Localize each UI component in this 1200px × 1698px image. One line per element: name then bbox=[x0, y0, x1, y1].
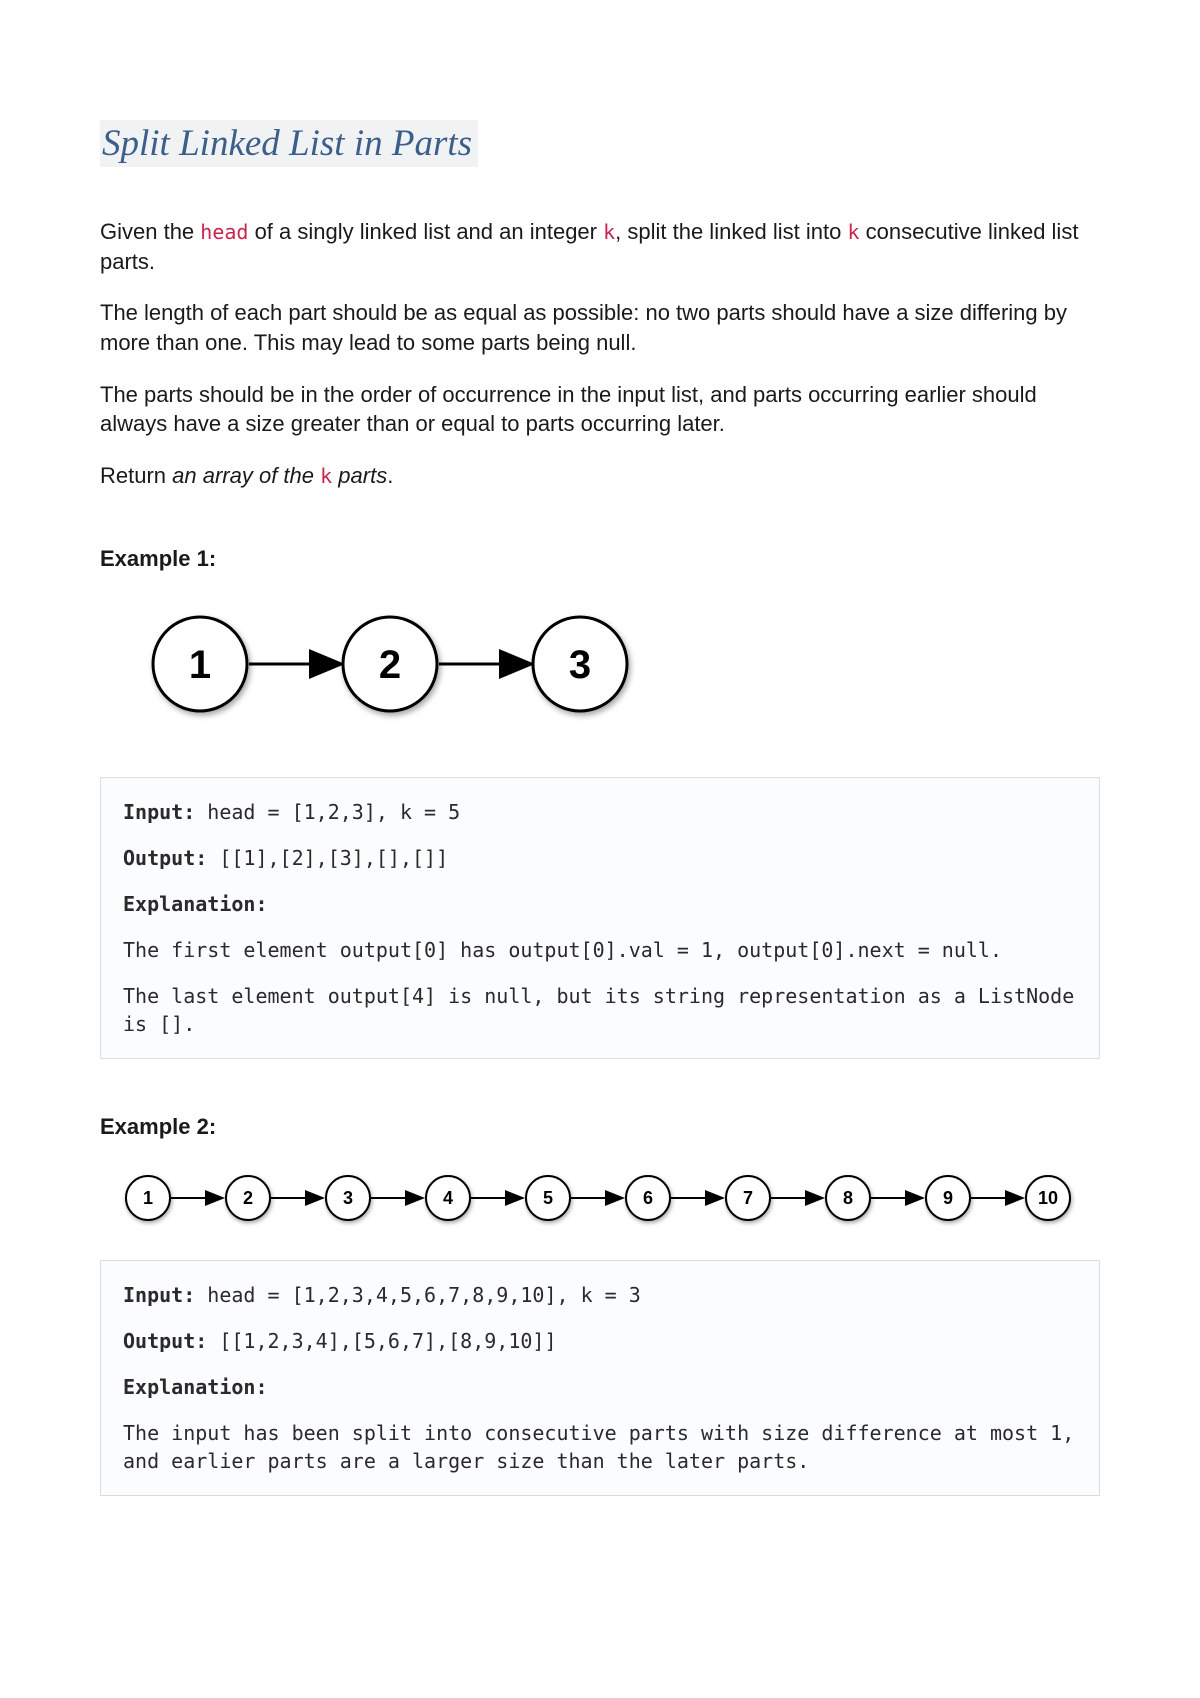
text: of a singly linked list and an integer bbox=[248, 219, 603, 244]
node-label: 10 bbox=[1038, 1188, 1058, 1208]
node-label: 1 bbox=[143, 1188, 153, 1208]
code-head: head bbox=[200, 220, 248, 244]
text: , split the linked list into bbox=[615, 219, 847, 244]
node-label: 2 bbox=[379, 643, 401, 687]
code-k: k bbox=[603, 220, 615, 244]
code-line-output: Output: [[1],[2],[3],[],[]] bbox=[123, 844, 1077, 872]
document-page: Split Linked List in Parts Given the hea… bbox=[0, 0, 1200, 1698]
output-label: Output: bbox=[123, 1329, 207, 1353]
input-label: Input: bbox=[123, 1283, 195, 1307]
node-label: 3 bbox=[569, 643, 591, 687]
paragraph-4: Return an array of the k parts. bbox=[100, 461, 1100, 491]
code-line-expl-2: The last element output[4] is null, but … bbox=[123, 982, 1077, 1038]
text: Given the bbox=[100, 219, 200, 244]
code-line-input: Input: head = [1,2,3], k = 5 bbox=[123, 798, 1077, 826]
code-line-expl-1: The input has been split into consecutiv… bbox=[123, 1419, 1077, 1475]
node-label: 1 bbox=[189, 643, 211, 687]
linked-list-svg: 1 2 3 4 5 6 7 8 9 10 bbox=[120, 1170, 1080, 1230]
code-line-input: Input: head = [1,2,3,4,5,6,7,8,9,10], k … bbox=[123, 1281, 1077, 1309]
code-line-expl-label: Explanation: bbox=[123, 890, 1077, 918]
example-1-diagram: 1 2 3 bbox=[140, 602, 1100, 737]
node-label: 8 bbox=[843, 1188, 853, 1208]
node-label: 6 bbox=[643, 1188, 653, 1208]
example-2-codeblock: Input: head = [1,2,3,4,5,6,7,8,9,10], k … bbox=[100, 1260, 1100, 1496]
output-value: [[1],[2],[3],[],[]] bbox=[207, 846, 448, 870]
paragraph-1: Given the head of a singly linked list a… bbox=[100, 217, 1100, 276]
node-label: 7 bbox=[743, 1188, 753, 1208]
example-2-diagram: 1 2 3 4 5 6 7 8 9 10 bbox=[120, 1170, 1100, 1235]
node-label: 5 bbox=[543, 1188, 553, 1208]
italic-text: an array of the bbox=[172, 463, 320, 488]
output-value: [[1,2,3,4],[5,6,7],[8,9,10]] bbox=[207, 1329, 556, 1353]
linked-list-svg: 1 2 3 bbox=[140, 602, 700, 732]
example-1-codeblock: Input: head = [1,2,3], k = 5 Output: [[1… bbox=[100, 777, 1100, 1059]
code-k: k bbox=[320, 464, 332, 488]
explanation-label: Explanation: bbox=[123, 1375, 268, 1399]
example-1-heading: Example 1: bbox=[100, 546, 1100, 572]
paragraph-2: The length of each part should be as equ… bbox=[100, 298, 1100, 357]
input-value: head = [1,2,3,4,5,6,7,8,9,10], k = 3 bbox=[195, 1283, 641, 1307]
text: . bbox=[387, 463, 393, 488]
code-line-expl-label: Explanation: bbox=[123, 1373, 1077, 1401]
code-k: k bbox=[848, 220, 860, 244]
code-line-expl-1: The first element output[0] has output[0… bbox=[123, 936, 1077, 964]
explanation-label: Explanation: bbox=[123, 892, 268, 916]
italic-text: parts bbox=[332, 463, 387, 488]
text: Return bbox=[100, 463, 172, 488]
node-label: 2 bbox=[243, 1188, 253, 1208]
node-label: 4 bbox=[443, 1188, 453, 1208]
node-label: 3 bbox=[343, 1188, 353, 1208]
paragraph-3: The parts should be in the order of occu… bbox=[100, 380, 1100, 439]
node-label: 9 bbox=[943, 1188, 953, 1208]
page-title: Split Linked List in Parts bbox=[100, 120, 478, 167]
input-value: head = [1,2,3], k = 5 bbox=[195, 800, 460, 824]
input-label: Input: bbox=[123, 800, 195, 824]
output-label: Output: bbox=[123, 846, 207, 870]
example-2-heading: Example 2: bbox=[100, 1114, 1100, 1140]
code-line-output: Output: [[1,2,3,4],[5,6,7],[8,9,10]] bbox=[123, 1327, 1077, 1355]
